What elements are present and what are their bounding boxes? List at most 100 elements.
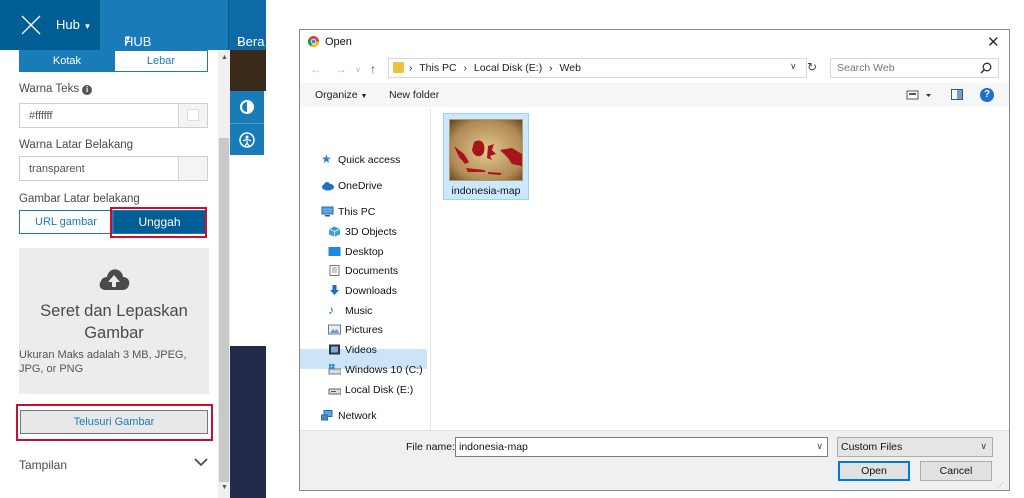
search-icon: [980, 62, 992, 74]
address-dropdown-icon[interactable]: ∨: [790, 61, 797, 72]
breadcrumb-web[interactable]: Web: [560, 62, 581, 74]
dropzone[interactable]: Seret dan Lepaskan Gambar Ukuran Maks ad…: [19, 248, 209, 394]
color-swatch[interactable]: [178, 157, 207, 180]
file-name-label: indonesia-map: [451, 185, 521, 197]
text-color-field[interactable]: #ffffff: [19, 103, 208, 128]
cloud-icon: [322, 182, 334, 191]
folder-icon: [393, 62, 404, 73]
segment-kotak[interactable]: Kotak: [19, 50, 115, 72]
dialog-titlebar: Open ✕: [300, 30, 1009, 54]
close-icon[interactable]: [20, 14, 42, 36]
command-bar: Organize ▼ New folder ?: [300, 83, 1009, 107]
bg-image-label: Gambar Latar belakang: [19, 193, 140, 205]
navigation-pane: ★ Quick access OneDrive This PC 3D Objec…: [300, 108, 431, 430]
file-name-label: File name:: [406, 441, 456, 453]
hub-editor: Hub ▼ › HUB COVID-19 ▼ › Bera Kotak Leba…: [0, 0, 266, 498]
pictures-icon: [328, 324, 341, 335]
dropzone-hint: Ukuran Maks adalah 3 MB, JPEG, JPG, or P…: [19, 349, 187, 375]
dialog-footer: File name: indonesia-map ∨ Custom Files …: [300, 430, 1009, 490]
chrome-icon: [308, 36, 319, 47]
open-file-dialog: Open ✕ ← → ∨ ↑ › This PC › Local Disk (E…: [299, 29, 1010, 491]
indonesia-map-image: [450, 120, 522, 180]
preview-dark-strip: [230, 346, 266, 498]
drive-icon: [328, 388, 341, 395]
hub-menu[interactable]: Hub ▼: [56, 17, 91, 32]
video-icon: [329, 344, 340, 355]
preview-image-strip: [230, 50, 266, 91]
file-type-value: Custom Files: [841, 441, 903, 453]
cancel-button[interactable]: Cancel: [920, 461, 992, 481]
chevron-down-icon[interactable]: [194, 457, 208, 467]
file-item-selected[interactable]: indonesia-map: [443, 113, 529, 200]
chevron-right-icon: ›: [463, 62, 468, 74]
cloud-upload-icon: [99, 269, 130, 290]
highlight-box: [110, 207, 207, 238]
document-icon: [329, 265, 340, 276]
accessibility-button[interactable]: [230, 123, 264, 155]
color-swatch[interactable]: [178, 104, 207, 127]
music-icon: ♪: [328, 303, 334, 317]
scrollbar-thumb[interactable]: [219, 138, 229, 482]
bg-color-field[interactable]: transparent: [19, 156, 208, 181]
scroll-down-icon[interactable]: ▼: [221, 484, 228, 491]
cube-icon: [328, 226, 341, 237]
download-icon: [330, 285, 339, 295]
breadcrumb-local-disk[interactable]: Local Disk (E:): [474, 62, 542, 74]
file-type-select[interactable]: Custom Files ∨: [837, 437, 993, 457]
help-icon[interactable]: ?: [980, 88, 994, 102]
caret-down-icon: ▼: [360, 93, 368, 100]
scrollbar[interactable]: ▲ ▼: [218, 50, 230, 498]
segment-lebar[interactable]: Lebar: [114, 50, 208, 72]
dialog-title: Open: [325, 36, 352, 48]
preview-pane-icon[interactable]: [951, 89, 963, 100]
new-folder-button[interactable]: New folder: [389, 89, 439, 101]
accessibility-icon: [239, 132, 255, 148]
appearance-section[interactable]: Tampilan: [19, 458, 67, 472]
search-placeholder: Search Web: [837, 62, 895, 74]
file-name-value: indonesia-map: [459, 441, 528, 453]
highlight-box: [16, 404, 213, 441]
desktop-icon: [328, 247, 341, 256]
breadcrumb-this-pc[interactable]: This PC: [419, 62, 456, 74]
chevron-right-icon: ›: [549, 62, 553, 74]
open-button[interactable]: Open: [838, 461, 910, 481]
back-icon[interactable]: ←: [310, 62, 322, 76]
view-options-icon[interactable]: [906, 89, 936, 101]
close-icon[interactable]: ✕: [987, 33, 1000, 51]
pane-splitter[interactable]: [430, 108, 431, 430]
breadcrumb-hub-covid[interactable]: › HUB COVID-19 ▼: [100, 0, 228, 79]
top-navigation: Hub ▼ › HUB COVID-19 ▼ › Bera: [0, 0, 266, 79]
dropzone-title: Seret dan Lepaskan Gambar: [40, 302, 188, 342]
chevron-right-icon: ›: [409, 62, 413, 74]
info-icon[interactable]: i: [82, 85, 93, 95]
side-toolbar: [230, 50, 266, 498]
tab-url-image[interactable]: URL gambar: [19, 210, 113, 234]
breadcrumb-next[interactable]: › Bera: [229, 0, 266, 50]
caret-down-icon: ▼: [83, 22, 92, 31]
chevron-down-icon: ∨: [980, 441, 987, 451]
resize-grip-icon[interactable]: ⋰: [997, 481, 1004, 489]
file-name-input[interactable]: indonesia-map ∨: [455, 437, 828, 457]
chevron-down-icon[interactable]: ∨: [816, 441, 823, 452]
star-icon: ★: [321, 152, 332, 166]
breadcrumb: › This PC › Local Disk (E:) › Web: [409, 62, 585, 74]
recent-dropdown-icon[interactable]: ∨: [355, 65, 361, 74]
network-icon: [321, 410, 333, 421]
theme-button[interactable]: [230, 91, 264, 123]
organize-menu[interactable]: Organize ▼: [315, 89, 367, 101]
contrast-icon: [240, 100, 254, 114]
address-bar[interactable]: › This PC › Local Disk (E:) › Web ∨ ↻: [388, 58, 817, 78]
search-input[interactable]: Search Web: [830, 58, 999, 78]
text-color-value: #ffffff: [29, 110, 53, 122]
forward-icon[interactable]: →: [335, 62, 347, 76]
file-thumbnail: [449, 119, 523, 181]
bg-color-value: transparent: [29, 163, 85, 175]
up-icon[interactable]: ↑: [370, 62, 376, 76]
caret-down-icon: ▼: [124, 34, 132, 43]
bg-color-label: Warna Latar Belakang: [19, 139, 134, 151]
refresh-icon[interactable]: ↻: [807, 60, 817, 74]
text-color-label: Warna Teks i: [19, 83, 93, 95]
scroll-up-icon[interactable]: ▲: [221, 54, 228, 61]
windows-drive-icon: [328, 364, 341, 375]
computer-icon: [321, 206, 334, 217]
